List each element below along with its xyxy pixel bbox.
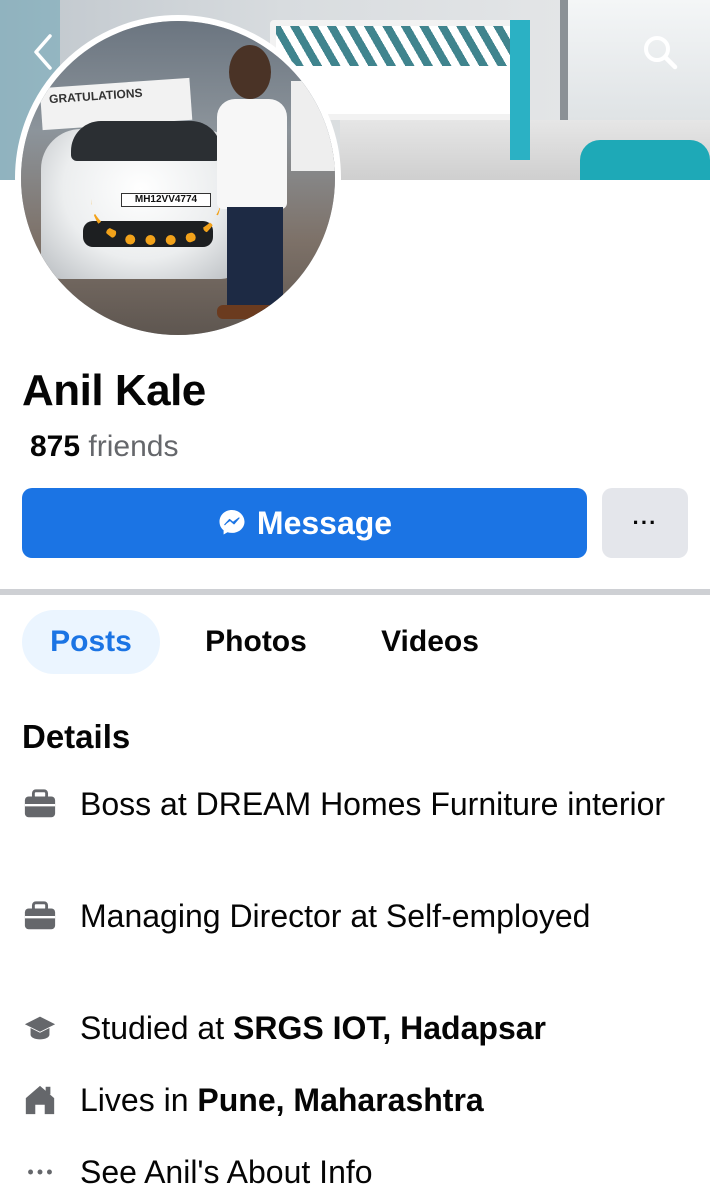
detail-education-text: Studied at SRGS IOT, Hadapsar	[80, 1006, 546, 1050]
cover-window	[560, 0, 710, 120]
avatar-person-shoes	[217, 305, 291, 319]
details-heading: Details	[22, 718, 131, 755]
detail-work-2-text: Managing Director at Self-employed	[80, 898, 591, 934]
detail-education-prefix: Studied at	[80, 1010, 233, 1046]
avatar-person-shirt	[217, 99, 287, 209]
see-about-info[interactable]: See Anil's About Info	[22, 1150, 702, 1194]
tab-posts[interactable]: Posts	[22, 610, 160, 674]
friends-number: 875	[30, 430, 81, 463]
detail-work-1[interactable]: Boss at DREAM Homes Furniture interior	[22, 782, 702, 826]
profile-picture[interactable]: GRATULATIONS MH12VV4774	[15, 15, 341, 341]
cover-bed-side	[510, 20, 530, 160]
briefcase-icon	[22, 898, 58, 934]
more-dots-icon: ···	[632, 510, 658, 535]
avatar-person-trousers	[227, 207, 283, 311]
cover-chair	[580, 140, 710, 180]
search-button[interactable]	[638, 30, 682, 74]
message-button[interactable]: Message	[22, 488, 587, 558]
avatar-banner-right	[291, 81, 335, 171]
detail-location[interactable]: Lives in Pune, Maharashtra	[22, 1078, 702, 1122]
detail-work-1-text: Boss at DREAM Homes Furniture interior	[80, 786, 666, 822]
section-divider	[0, 589, 710, 595]
profile-name: Anil Kale	[22, 366, 206, 415]
detail-education-school[interactable]: SRGS IOT, Hadapsar	[233, 1010, 546, 1046]
detail-location-prefix: Lives in	[80, 1082, 198, 1118]
more-dots-icon	[22, 1154, 58, 1190]
home-icon	[22, 1082, 58, 1118]
avatar-person-head	[229, 45, 271, 99]
message-button-label: Message	[256, 504, 393, 541]
detail-location-text: Lives in Pune, Maharashtra	[80, 1078, 484, 1122]
tab-videos[interactable]: Videos	[358, 610, 502, 674]
detail-location-city[interactable]: Pune, Maharashtra	[197, 1082, 483, 1118]
search-icon	[644, 36, 678, 70]
friends-count[interactable]: 875 friends	[30, 430, 178, 464]
briefcase-icon	[22, 786, 58, 822]
graduation-cap-icon	[22, 1010, 58, 1046]
avatar-car-windshield	[71, 121, 221, 161]
detail-education[interactable]: Studied at SRGS IOT, Hadapsar	[22, 1006, 702, 1050]
avatar-license-plate: MH12VV4774	[121, 193, 211, 207]
see-about-info-text: See Anil's About Info	[80, 1154, 373, 1190]
messenger-icon	[219, 510, 245, 535]
tab-photos[interactable]: Photos	[182, 610, 330, 674]
friends-label: friends	[80, 430, 179, 463]
more-options-button[interactable]: ···	[602, 488, 688, 558]
detail-work-2[interactable]: Managing Director at Self-employed	[22, 894, 702, 938]
